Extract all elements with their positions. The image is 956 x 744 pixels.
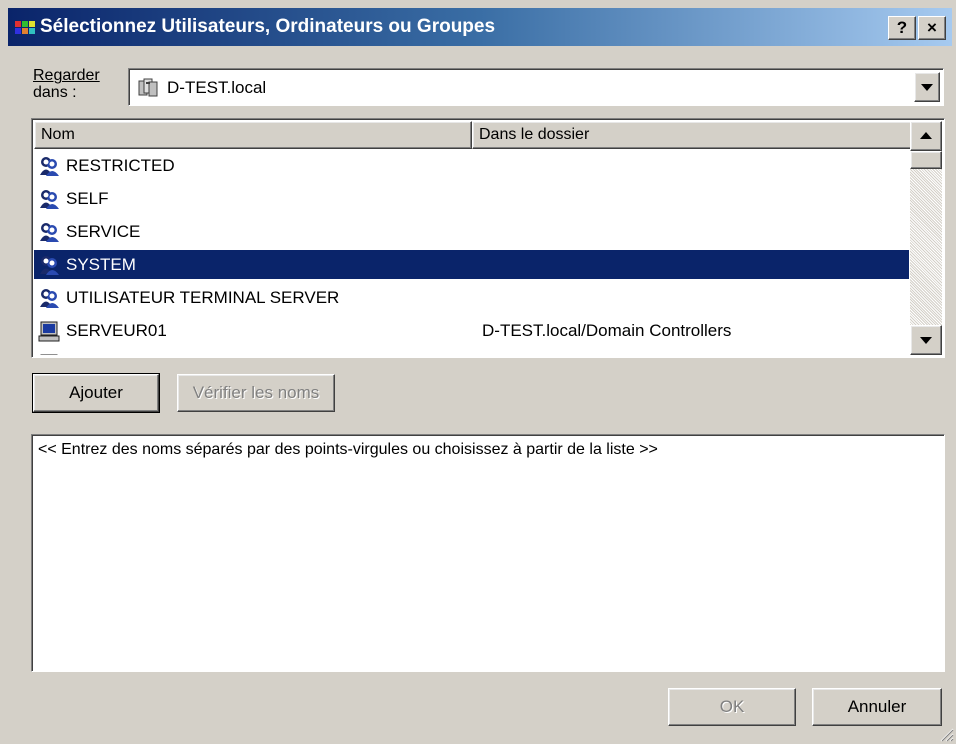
check-names-button[interactable]: Vérifier les noms (177, 374, 335, 412)
scroll-down-button[interactable] (910, 325, 942, 355)
row-folder: D-TEST.local/Domain Controllers (482, 321, 732, 340)
computer-icon (38, 353, 60, 355)
window-title: Sélectionnez Utilisateurs, Ordinateurs o… (40, 16, 496, 37)
row-name: SYSTEM (66, 255, 136, 274)
resize-grip-icon[interactable] (938, 726, 954, 742)
computer-icon (38, 320, 60, 342)
scroll-thumb[interactable] (910, 151, 942, 169)
scroll-up-icon (920, 132, 932, 139)
cancel-button[interactable]: Annuler (812, 688, 942, 726)
scroll-up-button[interactable] (910, 121, 942, 151)
dropdown-arrow-button[interactable] (914, 72, 940, 102)
close-button[interactable]: × (918, 16, 946, 40)
group-icon (38, 188, 60, 210)
list-row[interactable]: SERVICE (34, 217, 909, 246)
look-in-label-line1: Regarder (33, 67, 100, 84)
list-row[interactable]: SELF (34, 184, 909, 213)
names-input[interactable]: << Entrez des noms séparés par des point… (31, 434, 945, 672)
vertical-scrollbar[interactable] (910, 121, 942, 355)
group-icon (38, 155, 60, 177)
row-name: RESTRICTED (66, 156, 175, 175)
row-name: UTILISATEUR TERMINAL SERVER (66, 288, 340, 307)
row-name: SELF (66, 189, 109, 208)
list-row[interactable]: UTILISATEUR TERMINAL SERVER (34, 283, 909, 312)
look-in-dropdown[interactable]: D-TEST.local (128, 68, 944, 106)
column-header-name[interactable]: Nom (34, 121, 472, 149)
look-in-label: Regarder dans : (33, 67, 100, 101)
row-name: S135-P01 (66, 349, 142, 355)
users-computers-icon (15, 21, 35, 34)
look-in-label-line2: dans : (33, 84, 77, 101)
row-name: SERVEUR01 (66, 321, 167, 340)
list-row[interactable]: S135-P01 D-TEST.local/Magret/Matériel/S13… (34, 349, 909, 355)
select-users-dialog: Sélectionnez Utilisateurs, Ordinateurs o… (0, 0, 956, 744)
chevron-down-icon (921, 84, 933, 91)
group-icon (38, 254, 60, 276)
list-body: RESTRICTED SELF SERVICE SYSTEM UTILISATEUR T… (34, 151, 909, 355)
domain-icon (138, 78, 158, 97)
add-button[interactable]: Ajouter (32, 373, 160, 413)
look-in-value: D-TEST.local (167, 78, 267, 97)
scroll-down-icon (920, 337, 932, 344)
list-header: Nom Dans le dossier (34, 121, 913, 149)
group-icon (38, 221, 60, 243)
results-list[interactable]: Nom Dans le dossier RESTRICTED SELF SERVIC… (31, 118, 945, 358)
help-button[interactable]: ? (888, 16, 916, 40)
group-icon (38, 287, 60, 309)
ok-button[interactable]: OK (668, 688, 796, 726)
names-placeholder: << Entrez des noms séparés par des point… (38, 441, 658, 458)
list-row[interactable]: RESTRICTED (34, 151, 909, 180)
row-folder: D-TEST.local/Magret/Matériel/S135 (482, 349, 748, 355)
list-row[interactable]: SYSTEM (34, 250, 909, 279)
list-row[interactable]: SERVEUR01 D-TEST.local/Domain Controllers (34, 316, 909, 345)
column-header-folder[interactable]: Dans le dossier (472, 121, 913, 149)
title-bar[interactable]: Sélectionnez Utilisateurs, Ordinateurs o… (8, 8, 952, 46)
row-name: SERVICE (66, 222, 141, 241)
